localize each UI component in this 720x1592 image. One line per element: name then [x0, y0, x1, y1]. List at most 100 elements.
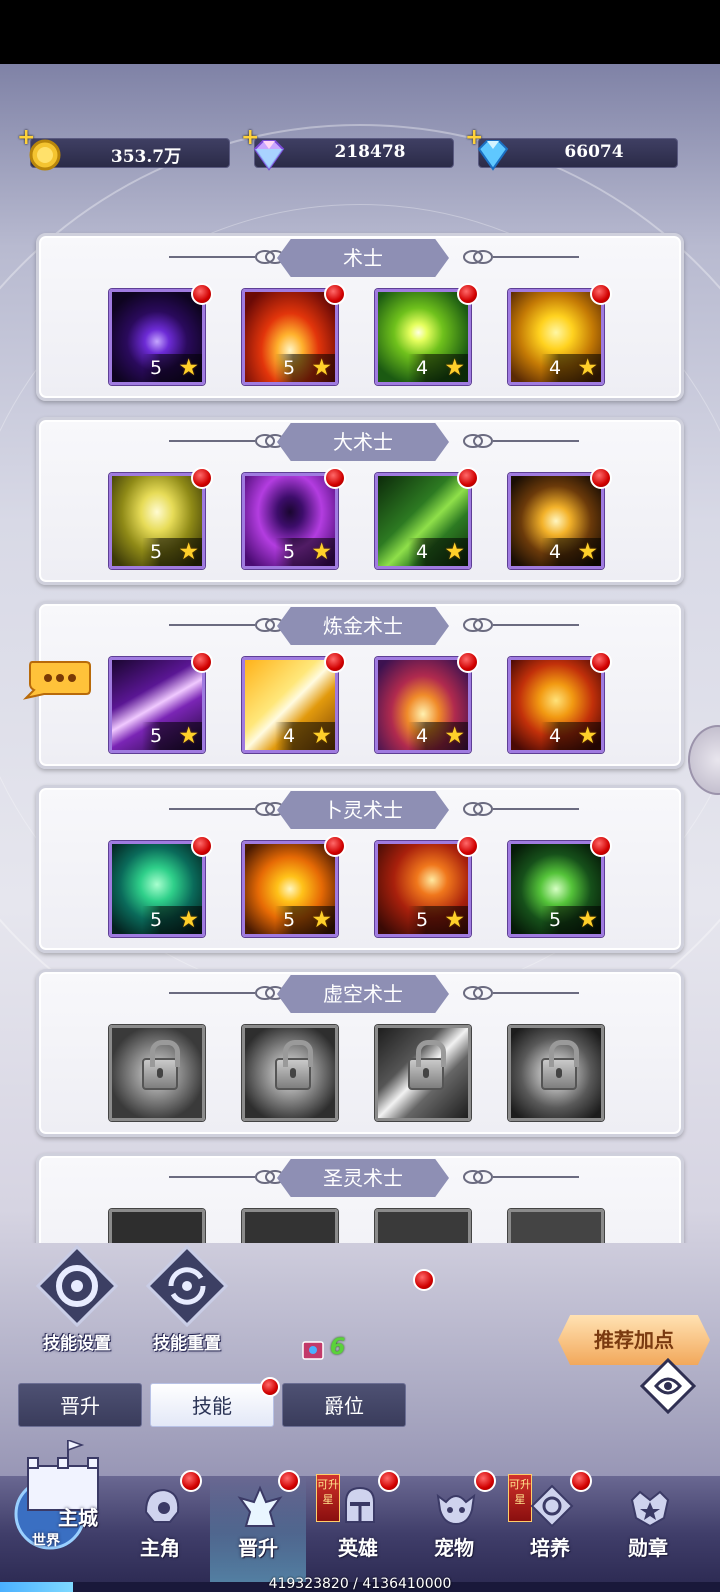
skill-slot[interactable]: 4 ★: [375, 467, 479, 569]
skill-panel-divine-warlock: 卜灵术士 5 ★ 5 ★ 5 ★ 5 ★: [36, 785, 684, 953]
nav-cultivate[interactable]: 可升星 培养: [502, 1470, 598, 1592]
nav-medals[interactable]: 勋章: [600, 1476, 696, 1592]
main-city-button[interactable]: 主城 世界: [6, 1438, 110, 1550]
skill-slot-locked[interactable]: [375, 1209, 471, 1243]
star-icon: ★: [444, 355, 465, 381]
ornament-right-icon: [463, 618, 579, 632]
skill-slot[interactable]: 4 ★: [375, 283, 479, 385]
tab-skills[interactable]: 技能: [150, 1383, 274, 1427]
skill-panel-warlock: 术士 5 ★ 5 ★ 4 ★ 4 ★: [36, 233, 684, 401]
reset-icon: [145, 1244, 229, 1328]
skill-settings-button[interactable]: 技能设置: [35, 1244, 119, 1354]
skill-reset-button[interactable]: 技能重置: [145, 1244, 229, 1354]
star-icon: ★: [577, 355, 598, 381]
skill-slot-locked[interactable]: [508, 1209, 604, 1243]
add-gold-icon[interactable]: +: [17, 125, 35, 150]
skill-slot-locked[interactable]: [242, 1209, 338, 1243]
star-icon: ★: [577, 539, 598, 565]
skill-slot[interactable]: 5 ★: [375, 835, 479, 937]
notification-dot: [457, 283, 479, 305]
medal-star-icon: [630, 1490, 670, 1528]
skill-slot[interactable]: 4 ★: [508, 651, 612, 753]
skill-slot[interactable]: 5 ★: [508, 835, 612, 937]
nav-label: 英雄: [338, 1536, 378, 1560]
panel-title: 大术士: [277, 423, 449, 461]
ornament-left-icon: [169, 802, 285, 816]
skill-slot[interactable]: 5 ★: [242, 467, 346, 569]
panel-title: 虚空术士: [277, 975, 449, 1013]
skill-slot[interactable]: 4 ★: [508, 467, 612, 569]
skill-level: 4: [416, 725, 429, 747]
star-icon: ★: [311, 539, 332, 565]
skill-slot[interactable]: 5 ★: [242, 835, 346, 937]
skill-slot-locked[interactable]: [109, 1209, 205, 1243]
blue-diamond-value: 66074: [564, 142, 624, 162]
skill-level: 5: [549, 909, 562, 931]
tab-skills-wrap[interactable]: 技能: [150, 1377, 280, 1427]
notification-dot: [180, 1470, 202, 1492]
notification-dot: [191, 835, 213, 857]
skill-slot[interactable]: 4 ★: [375, 651, 479, 753]
star-icon: ★: [311, 723, 332, 749]
skill-level: 5: [283, 357, 296, 379]
skill-slot-locked[interactable]: [242, 1025, 338, 1121]
notification-dot: [191, 651, 213, 673]
currency-rainbow-diamond[interactable]: + 218478: [241, 125, 454, 171]
skill-slot-locked[interactable]: [508, 1025, 604, 1121]
skill-slot-locked[interactable]: [109, 1025, 205, 1121]
collapse-menu-icon[interactable]: [640, 1358, 696, 1414]
notification-dot: [324, 283, 346, 305]
world-label[interactable]: 世界: [32, 1530, 60, 1550]
panel-title: 卜灵术士: [277, 791, 449, 829]
skill-list[interactable]: 术士 5 ★ 5 ★ 4 ★ 4 ★ 大术士 5 ★ 5 ★ 4 ★ 4 ★ 炼…: [0, 225, 720, 1243]
skill-level: 5: [150, 909, 163, 931]
lock-icon: [541, 1040, 579, 1090]
ornament-right-icon: [463, 1170, 579, 1184]
skill-slot[interactable]: 5 ★: [109, 835, 213, 937]
star-icon: ★: [577, 907, 598, 933]
gold-value: 353.7万: [110, 147, 182, 167]
screen: + 353.7万 + 218478 + 66074 术士 5 ★ 5 ★ 4 ★…: [0, 0, 720, 1592]
tab-title-rank[interactable]: 爵位: [282, 1383, 406, 1427]
notification-dot: [191, 467, 213, 489]
skill-panel-void-warlock: 虚空术士: [36, 969, 684, 1137]
skill-slot[interactable]: 5 ★: [109, 467, 213, 569]
notification-dot: [590, 835, 612, 857]
skill-slot-locked[interactable]: [375, 1025, 471, 1121]
lock-icon: [275, 1040, 313, 1090]
notification-dot: [324, 467, 346, 489]
pet-dragon-icon: [436, 1493, 476, 1526]
skill-slot[interactable]: 5 ★: [109, 283, 213, 385]
skill-panel-holy-warlock: 圣灵术士: [36, 1153, 684, 1243]
currency-gold[interactable]: + 353.7万: [17, 125, 230, 171]
star-icon: ★: [178, 907, 199, 933]
add-blue-diamond-icon[interactable]: +: [465, 125, 483, 150]
ornament-left-icon: [169, 434, 285, 448]
skill-level: 5: [283, 909, 296, 931]
recommend-points-button[interactable]: 推荐加点: [279, 1269, 710, 1365]
tab-promotion[interactable]: 晋升: [18, 1383, 142, 1427]
skill-slot[interactable]: 5 ★: [109, 651, 213, 753]
notification-dot: [590, 651, 612, 673]
star-icon: ★: [577, 723, 598, 749]
skill-level: 5: [150, 357, 163, 379]
skill-level: 5: [150, 725, 163, 747]
cultivate-gear-icon: [530, 1484, 574, 1528]
gear-icon: [35, 1244, 119, 1328]
panel-title: 炼金术士: [277, 607, 449, 645]
skill-slot[interactable]: 4 ★: [242, 651, 346, 753]
chat-bubble-icon[interactable]: [22, 658, 92, 700]
nav-promotion[interactable]: 晋升: [210, 1470, 306, 1592]
nav-pets[interactable]: 宠物: [406, 1470, 502, 1592]
skill-reset-label: 技能重置: [153, 1334, 221, 1354]
panel-title: 术士: [277, 239, 449, 277]
nav-heroes[interactable]: 可升星 英雄: [310, 1470, 406, 1592]
skill-slot[interactable]: 4 ★: [508, 283, 612, 385]
add-rainbow-diamond-icon[interactable]: +: [241, 125, 259, 150]
skill-slot[interactable]: 5 ★: [242, 283, 346, 385]
nav-hero[interactable]: 主角: [112, 1470, 208, 1592]
currency-blue-diamond[interactable]: + 66074: [465, 125, 678, 171]
experience-text: 419323820 / 4136410000: [268, 1576, 452, 1592]
star-icon: ★: [178, 539, 199, 565]
skill-level: 4: [549, 725, 562, 747]
